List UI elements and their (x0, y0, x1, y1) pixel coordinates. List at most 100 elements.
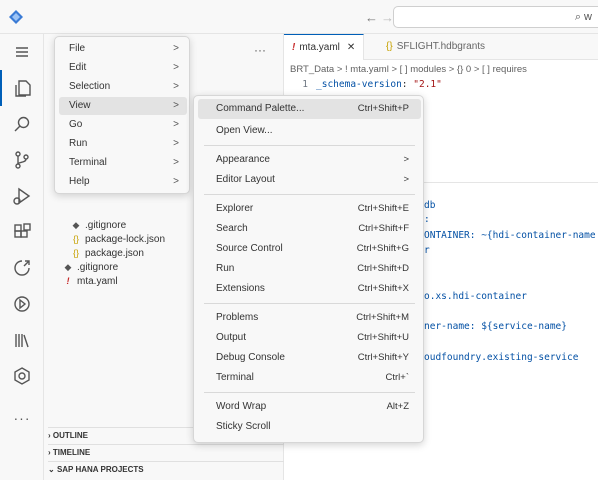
breadcrumb[interactable]: BRT_Data > ! mta.yaml > [ ] modules > {}… (290, 64, 527, 75)
tree-item-label: mta.yaml (77, 276, 118, 287)
menu-item-output[interactable]: Output Ctrl+Shift+U (198, 328, 421, 348)
search-icon: ⌕ (574, 11, 581, 23)
editor-tabs: ! mta.yaml ✕ {} SFLIGHT.hdbgrants (284, 34, 598, 60)
menu-item-terminal[interactable]: Terminal Ctrl+` (198, 368, 421, 388)
keyboard-shortcut: Alt+Z (386, 401, 409, 412)
menu-item-view[interactable]: View > (59, 97, 187, 115)
keyboard-shortcut: Ctrl+Shift+D (357, 263, 409, 274)
tab-sflight-hdbgrants[interactable]: {} SFLIGHT.hdbgrants (378, 34, 493, 60)
menu-button[interactable] (0, 34, 44, 70)
code-fragment: o.xs.hdi-container (424, 291, 527, 302)
menu-item-edit[interactable]: Edit > (59, 59, 187, 77)
menu-icon (16, 47, 28, 57)
tree-item-label: .gitignore (85, 220, 127, 231)
menu-item-selection[interactable]: Selection > (59, 78, 187, 96)
sidebar-more-icon[interactable]: ··· (254, 43, 266, 57)
line-number: 1 (302, 79, 308, 90)
menu-item-search[interactable]: Search Ctrl+Shift+F (198, 219, 421, 239)
code-fragment: oudfoundry.existing-service (424, 352, 579, 363)
vscode-logo-icon (9, 10, 23, 24)
menu-item-terminal[interactable]: Terminal > (59, 154, 187, 172)
extension-pack-button[interactable] (0, 358, 44, 394)
menu-item-label: Debug Console (216, 352, 285, 363)
command-center[interactable]: ⌕ w (393, 6, 598, 28)
search-button[interactable] (0, 106, 44, 142)
explorer-icon (15, 80, 31, 97)
extension-pack-icon (14, 367, 30, 385)
section-divider (48, 461, 284, 462)
chevron-right-icon: > (173, 100, 179, 111)
menu-item-file[interactable]: File > (59, 40, 187, 58)
code-fragment: r (424, 245, 430, 256)
code-fragment: ner-name: ${service-name} (424, 321, 567, 332)
chevron-right-icon: > (173, 62, 179, 73)
keyboard-shortcut: Ctrl+Shift+U (357, 332, 409, 343)
extensions-button[interactable] (0, 214, 44, 250)
more-views-button[interactable]: ··· (0, 400, 44, 436)
hana-projects-section[interactable]: ⌄ SAP HANA PROJECTS (48, 464, 284, 476)
close-icon[interactable]: ✕ (347, 42, 355, 53)
search-icon (14, 116, 30, 132)
menu-separator (204, 145, 415, 146)
chevron-right-icon: > (173, 157, 179, 168)
run-debug-button[interactable] (0, 178, 44, 214)
menu-item-extensions[interactable]: Extensions Ctrl+Shift+X (198, 279, 421, 299)
run-debug-icon (13, 187, 31, 205)
git-file-icon: ◆ (64, 262, 72, 272)
menu-item-run[interactable]: Run > (59, 135, 187, 153)
menu-item-debug-console[interactable]: Debug Console Ctrl+Shift+Y (198, 348, 421, 368)
source-control-button[interactable] (0, 142, 44, 178)
yaml-key: _schema-version (316, 79, 402, 90)
menu-item-label: Terminal (216, 372, 254, 383)
menu-item-appearance[interactable]: Appearance > (198, 150, 421, 170)
tree-item-label: .gitignore (77, 262, 119, 273)
menu-item-label: Go (69, 119, 83, 130)
menu-item-editor-layout[interactable]: Editor Layout > (198, 170, 421, 190)
menu-item-label: Explorer (216, 203, 254, 214)
timeline-section[interactable]: › TIMELINE (48, 447, 284, 459)
code-fragment: db (424, 200, 436, 211)
chevron-right-icon: > (173, 119, 179, 130)
menu-item-label: Run (69, 138, 88, 149)
tab-mta-yaml[interactable]: ! mta.yaml ✕ (284, 34, 365, 60)
menu-item-sticky-scroll[interactable]: Sticky Scroll (198, 417, 421, 437)
section-divider (48, 444, 284, 445)
menu-item-label: Selection (69, 81, 111, 92)
yaml-file-icon: ! (292, 42, 296, 53)
back-arrow-icon[interactable]: ← (365, 10, 378, 25)
menu-item-label: Word Wrap (216, 401, 267, 412)
menu-item-run[interactable]: Run Ctrl+Shift+D (198, 259, 421, 279)
menu-item-source-control[interactable]: Source Control Ctrl+Shift+G (198, 239, 421, 259)
source-control-icon (15, 151, 29, 169)
code-fragment: : (424, 214, 430, 225)
library-button[interactable] (0, 322, 44, 358)
menu-item-help[interactable]: Help > (59, 173, 187, 191)
command-center-text: w (584, 11, 592, 23)
chevron-right-icon: > (173, 138, 179, 149)
command-center-search: ⌕ w (575, 11, 592, 24)
remote-button[interactable] (0, 250, 44, 286)
chevron-right-icon: > (173, 176, 179, 187)
keyboard-shortcut: Ctrl+Shift+F (358, 223, 409, 234)
menu-item-word-wrap[interactable]: Word Wrap Alt+Z (198, 397, 421, 417)
json-file-icon: {} (72, 248, 79, 258)
menu-item-problems[interactable]: Problems Ctrl+Shift+M (198, 308, 421, 328)
explorer-button[interactable] (0, 70, 44, 106)
deploy-button[interactable] (0, 286, 44, 322)
menu-item-explorer[interactable]: Explorer Ctrl+Shift+E (198, 199, 421, 219)
menu-item-command-palette[interactable]: Command Palette... Ctrl+Shift+P (198, 99, 421, 119)
menu-item-label: Editor Layout (216, 174, 275, 185)
title-bar: ← → ⌕ w (0, 0, 598, 34)
chevron-right-icon: > (173, 43, 179, 54)
menu-item-label: Problems (216, 312, 259, 323)
code-line[interactable]: 1 _schema-version: "2.1" (284, 78, 598, 92)
extensions-icon (14, 223, 31, 238)
menu-item-go[interactable]: Go > (59, 116, 187, 134)
menu-item-label: Appearance (216, 154, 270, 165)
menu-item-label: Output (216, 332, 247, 343)
keyboard-shortcut: Ctrl+Shift+E (357, 203, 409, 214)
yaml-separator: : (401, 79, 414, 90)
menu-item-open-view[interactable]: Open View... (198, 121, 421, 141)
tab-label: SFLIGHT.hdbgrants (396, 41, 486, 52)
yaml-file-icon: ! (66, 276, 70, 286)
